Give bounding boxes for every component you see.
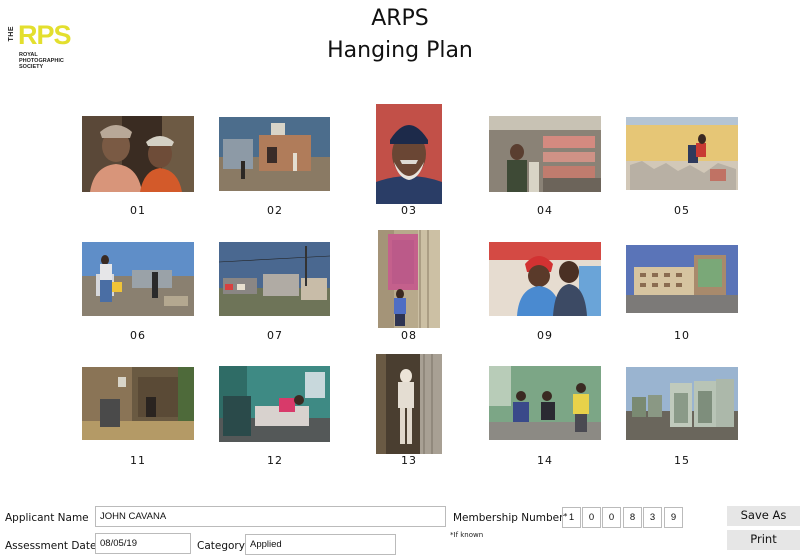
photo-12[interactable] — [219, 366, 330, 442]
photo-10-image — [626, 245, 738, 313]
membership-number-label: Membership Number* — [453, 512, 567, 524]
photo-07-image — [219, 242, 330, 316]
logo-line-3: SOCIETY — [19, 64, 44, 70]
caption-13: 13 — [401, 454, 417, 467]
membership-digit-6[interactable]: 9 — [664, 507, 683, 528]
assessment-date-field[interactable]: 08/05/19 — [95, 533, 191, 554]
membership-digit-2[interactable]: 0 — [582, 507, 601, 528]
caption-05: 05 — [674, 204, 690, 217]
caption-10: 10 — [674, 329, 690, 342]
photo-15[interactable] — [626, 367, 738, 440]
page-subtitle: Hanging Plan — [327, 38, 473, 63]
page-title: ARPS — [371, 6, 429, 31]
photo-08-image — [378, 230, 440, 328]
category-field[interactable]: Applied — [245, 534, 396, 555]
photo-05[interactable] — [626, 117, 738, 190]
photo-11[interactable] — [82, 367, 194, 440]
applicant-name-field[interactable]: JOHN CAVANA — [95, 506, 446, 527]
caption-06: 06 — [130, 329, 146, 342]
photo-03[interactable] — [376, 104, 442, 204]
photo-14-image — [489, 366, 601, 440]
photo-06-image — [82, 242, 194, 316]
caption-15: 15 — [674, 454, 690, 467]
photo-02[interactable] — [219, 117, 330, 191]
photo-12-image — [219, 366, 330, 442]
print-button[interactable]: Print — [727, 530, 800, 550]
category-label: Category — [197, 540, 245, 552]
photo-14[interactable] — [489, 366, 601, 440]
photo-07[interactable] — [219, 242, 330, 316]
caption-07: 07 — [267, 329, 283, 342]
photo-04-image — [489, 116, 601, 192]
photo-03-image — [376, 104, 442, 204]
photo-11-image — [82, 367, 194, 440]
caption-12: 12 — [267, 454, 283, 467]
photo-08[interactable] — [378, 230, 440, 328]
photo-04[interactable] — [489, 116, 601, 192]
photo-13-image — [376, 354, 442, 454]
photo-06[interactable] — [82, 242, 194, 316]
caption-02: 02 — [267, 204, 283, 217]
photo-02-image — [219, 117, 330, 191]
if-known-note: *If known — [450, 531, 484, 539]
photo-10[interactable] — [626, 245, 738, 313]
photo-05-image — [626, 117, 738, 190]
caption-09: 09 — [537, 329, 553, 342]
membership-digit-5[interactable]: 3 — [643, 507, 662, 528]
membership-number-label-text: Membership Number — [453, 512, 564, 524]
photo-09[interactable] — [489, 242, 601, 316]
membership-digit-1[interactable]: 1 — [562, 507, 581, 528]
caption-14: 14 — [537, 454, 553, 467]
caption-03: 03 — [401, 204, 417, 217]
applicant-name-label: Applicant Name — [5, 512, 89, 524]
photo-01[interactable] — [82, 116, 194, 192]
membership-digit-3[interactable]: 0 — [602, 507, 621, 528]
caption-04: 04 — [537, 204, 553, 217]
caption-11: 11 — [130, 454, 146, 467]
photo-15-image — [626, 367, 738, 440]
caption-08: 08 — [401, 329, 417, 342]
membership-digit-4[interactable]: 8 — [623, 507, 642, 528]
photo-13[interactable] — [376, 354, 442, 454]
caption-01: 01 — [130, 204, 146, 217]
save-as-button[interactable]: Save As — [727, 506, 800, 526]
photo-01-image — [82, 116, 194, 192]
photo-09-image — [489, 242, 601, 316]
assessment-date-label: Assessment Date — [5, 540, 97, 552]
